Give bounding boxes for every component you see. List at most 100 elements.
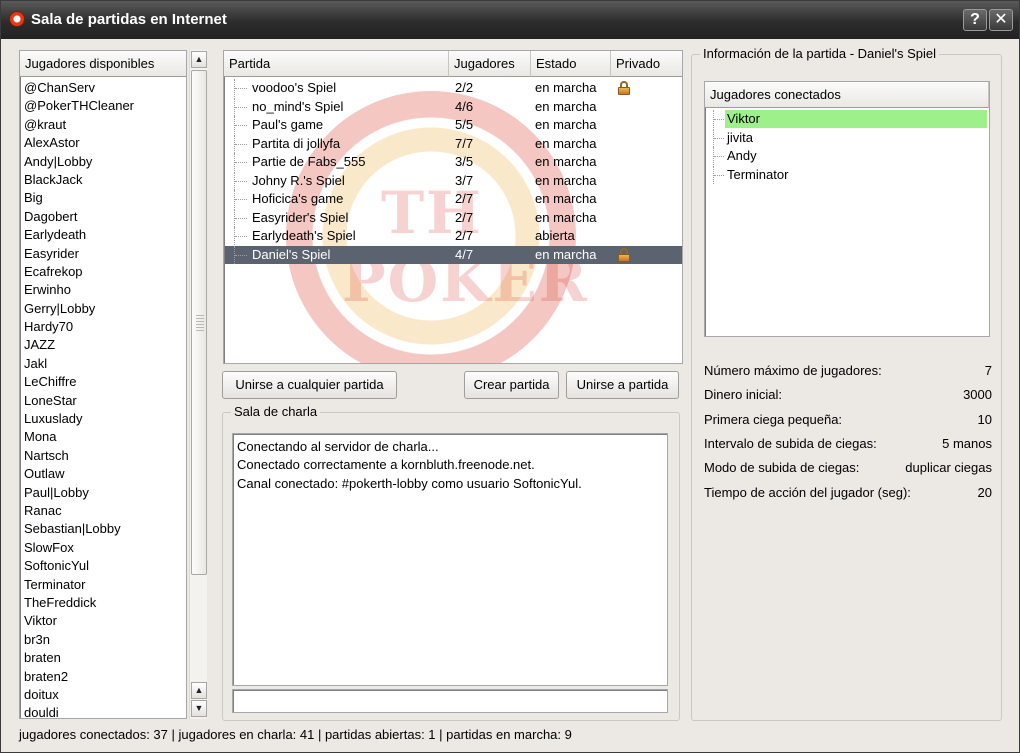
- game-row[interactable]: Hoficica's game 2/7 en marcha: [225, 190, 682, 209]
- column-header-estado[interactable]: Estado: [531, 51, 611, 77]
- player-list-item[interactable]: BlackJack: [20, 171, 186, 189]
- chat-group: Sala de charla Conectando al servidor de…: [222, 404, 680, 721]
- connected-player-item[interactable]: Andy: [705, 147, 989, 166]
- player-list-item[interactable]: braten2: [20, 668, 186, 686]
- tree-branch-icon: [713, 147, 725, 165]
- chat-log[interactable]: Conectando al servidor de charla... Conec…: [232, 433, 668, 686]
- player-list-item[interactable]: Andy|Lobby: [20, 153, 186, 171]
- player-list-item[interactable]: SlowFox: [20, 539, 186, 557]
- close-button[interactable]: ✕: [989, 9, 1013, 31]
- game-detail-value: 7: [984, 363, 992, 378]
- tree-branch-icon: [713, 128, 725, 147]
- game-row[interactable]: Daniel's Spiel 4/7 en marcha: [225, 245, 682, 264]
- game-name: Partie de Fabs_555: [252, 154, 366, 169]
- player-list-item[interactable]: Paul|Lobby: [20, 484, 186, 502]
- games-table[interactable]: TH POKER Partida Jugadores Estado Privad…: [223, 50, 683, 364]
- player-list-item[interactable]: Big: [20, 189, 186, 207]
- game-players: 2/7: [455, 191, 474, 206]
- game-detail-row: Dinero inicial: 3000: [704, 387, 992, 405]
- player-list-item[interactable]: Mona: [20, 428, 186, 446]
- player-list-item[interactable]: Erwinho: [20, 281, 186, 299]
- lock-icon: [618, 81, 630, 95]
- scroll-down-arrow-icon[interactable]: ▼: [191, 700, 207, 717]
- game-row[interactable]: Earlydeath's Spiel 2/7 abierta: [225, 227, 682, 246]
- game-row[interactable]: no_mind's Spiel 4/6 en marcha: [225, 97, 682, 117]
- game-detail-value: duplicar ciegas: [905, 460, 992, 476]
- game-status: en marcha: [535, 154, 597, 169]
- scroll-thumb[interactable]: [191, 70, 207, 575]
- player-list-item[interactable]: Easyrider: [20, 245, 186, 263]
- player-list-item[interactable]: douldi: [20, 704, 186, 718]
- player-list-item[interactable]: Gerry|Lobby: [20, 300, 186, 318]
- column-header-jugadores[interactable]: Jugadores: [449, 51, 531, 77]
- chat-message: Conectado correctamente a kornbluth.free…: [237, 457, 535, 473]
- game-name: Johny R.'s Spiel: [252, 172, 345, 188]
- player-list-item[interactable]: @kraut: [20, 116, 186, 134]
- game-row[interactable]: Easyrider's Spiel 2/7 en marcha: [225, 208, 682, 228]
- column-header-partida[interactable]: Partida: [224, 51, 449, 77]
- game-name: voodoo's Spiel: [252, 80, 337, 95]
- player-list-item[interactable]: Ranac: [20, 502, 186, 520]
- tree-branch-icon: [234, 116, 248, 134]
- player-list-item[interactable]: br3n: [20, 631, 186, 649]
- scroll-up-arrow-icon[interactable]: ▲: [191, 682, 207, 699]
- player-list-item[interactable]: Luxuslady: [20, 410, 186, 428]
- game-row[interactable]: Partita di jollyfa 7/7 en marcha: [225, 134, 682, 154]
- connected-player-item[interactable]: Terminator: [705, 165, 989, 185]
- create-game-button[interactable]: Crear partida: [464, 371, 559, 399]
- scroll-up-arrow-icon[interactable]: ▲: [191, 51, 207, 68]
- player-list-item[interactable]: Nartsch: [20, 447, 186, 465]
- chat-input[interactable]: [232, 689, 668, 713]
- help-button[interactable]: ?: [963, 9, 987, 31]
- player-list-item[interactable]: @PokerTHCleaner: [20, 97, 186, 115]
- game-status: en marcha: [535, 98, 597, 114]
- game-row[interactable]: voodoo's Spiel 2/2 en marcha: [225, 79, 682, 98]
- players-scrollbar[interactable]: ▲ ▲ ▼: [189, 50, 207, 719]
- game-status: en marcha: [535, 209, 597, 225]
- player-list-item[interactable]: AlexAstor: [20, 134, 186, 152]
- player-list-item[interactable]: doitux: [20, 686, 186, 704]
- player-list-item[interactable]: @ChanServ: [20, 79, 186, 97]
- player-list-item[interactable]: SoftonicYul: [20, 557, 186, 575]
- game-name: Paul's game: [252, 117, 324, 132]
- player-list-item[interactable]: Terminator: [20, 576, 186, 594]
- game-players: 3/7: [455, 172, 474, 188]
- column-header-privado[interactable]: Privado: [611, 51, 682, 77]
- tree-branch-icon: [234, 245, 248, 264]
- game-detail-label: Intervalo de subida de ciegas:: [704, 435, 877, 451]
- game-name: Easyrider's Spiel: [252, 209, 349, 225]
- player-list-item[interactable]: LoneStar: [20, 392, 186, 410]
- player-list-item[interactable]: braten: [20, 649, 186, 667]
- connected-players-header[interactable]: Jugadores conectados: [705, 82, 989, 108]
- game-players: 4/6: [455, 98, 474, 114]
- player-list-item[interactable]: Earlydeath: [20, 226, 186, 244]
- game-status: abierta: [535, 228, 575, 243]
- join-any-game-button[interactable]: Unirse a cualquier partida: [222, 371, 397, 399]
- available-players-list[interactable]: Jugadores disponibles @ChanServ @PokerTHC…: [19, 50, 187, 719]
- players-column-header[interactable]: Jugadores disponibles: [20, 51, 186, 77]
- player-list-item[interactable]: Viktor: [20, 612, 186, 630]
- player-list-item[interactable]: Outlaw: [20, 465, 186, 483]
- game-row[interactable]: Partie de Fabs_555 3/5 en marcha: [225, 153, 682, 172]
- player-list-item[interactable]: Ecafrekop: [20, 263, 186, 281]
- connected-players-list[interactable]: Jugadores conectados Viktor jivita Andy Ter…: [704, 81, 990, 337]
- title-bar[interactable]: Sala de partidas en Internet ? ✕: [1, 1, 1019, 39]
- game-players: 5/5: [455, 117, 474, 132]
- game-players: 2/2: [455, 80, 474, 95]
- player-list-item[interactable]: Hardy70: [20, 318, 186, 336]
- player-list-item[interactable]: Jakl: [20, 355, 186, 373]
- player-list-item[interactable]: TheFreddick: [20, 594, 186, 612]
- game-info-title: Información de la partida - Daniel's Spi…: [700, 46, 939, 61]
- player-list-item[interactable]: Sebastian|Lobby: [20, 520, 186, 538]
- player-list-item[interactable]: Dagobert: [20, 208, 186, 226]
- connected-player-item[interactable]: jivita: [705, 128, 989, 148]
- game-row[interactable]: Paul's game 5/5 en marcha: [225, 116, 682, 135]
- game-row[interactable]: Johny R.'s Spiel 3/7 en marcha: [225, 171, 682, 191]
- lobby-window: Sala de partidas en Internet ? ✕ Jugador…: [0, 0, 1020, 753]
- connected-player-item[interactable]: Viktor: [705, 110, 989, 129]
- grip-icon: [196, 315, 204, 333]
- join-game-button[interactable]: Unirse a partida: [566, 371, 679, 399]
- player-list-item[interactable]: LeChiffre: [20, 373, 186, 391]
- player-list-item[interactable]: JAZZ: [20, 336, 186, 354]
- tree-branch-icon: [234, 190, 248, 208]
